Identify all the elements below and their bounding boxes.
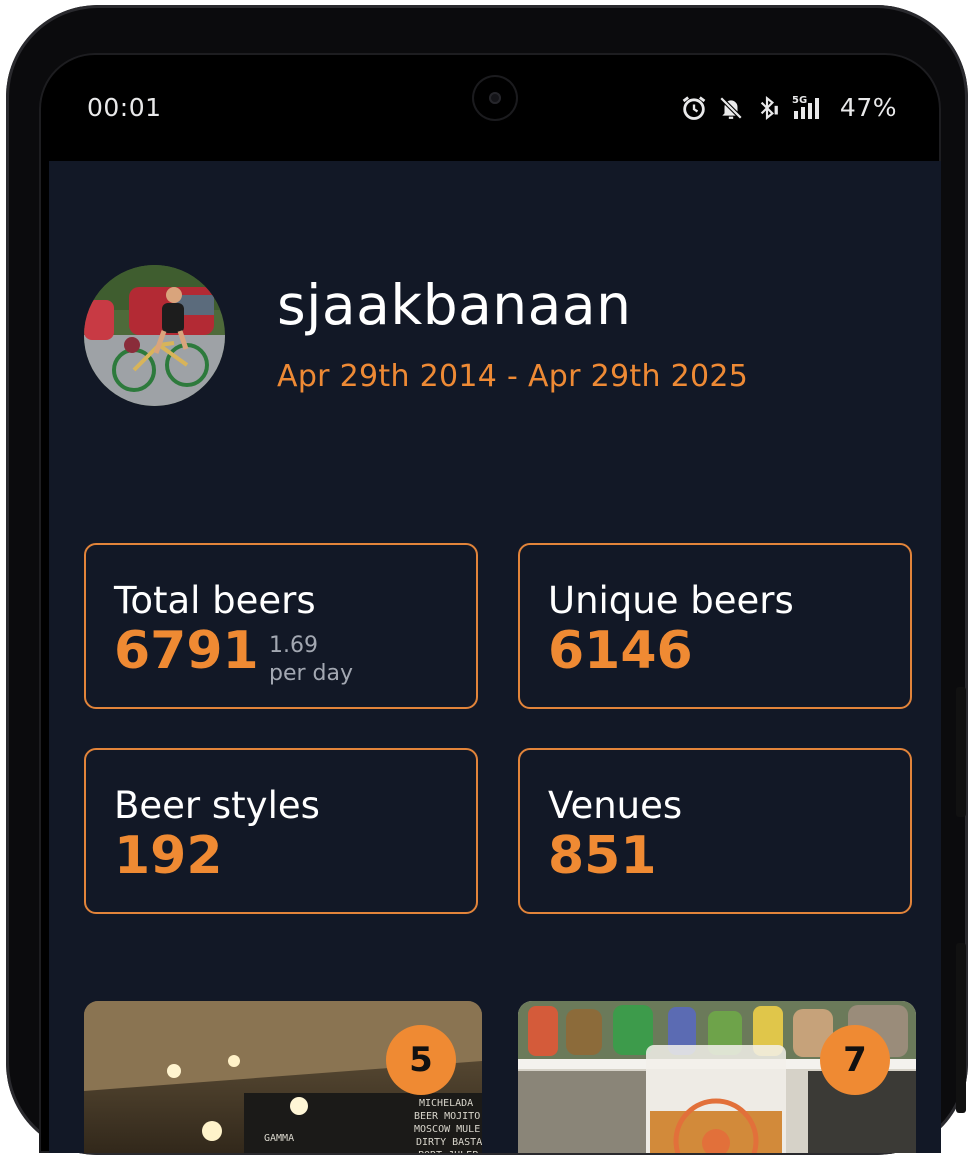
battery-level: 47% [839, 93, 897, 122]
phone-screen-bezel: 00:01 5G 47% sjaakbanaan Apr 29th 2014 -… [39, 53, 941, 1153]
network-label: 5G [792, 95, 807, 106]
date-range: Apr 29th 2014 - Apr 29th 2025 [277, 359, 749, 394]
stat-card-unique-beers[interactable]: Unique beers 6146 [518, 543, 912, 709]
stat-card-beer-styles[interactable]: Beer styles 192 [84, 748, 478, 914]
svg-text:BEER MOJITO: BEER MOJITO [414, 1111, 480, 1122]
stat-value: 851 [548, 826, 657, 886]
svg-text:GAMMA: GAMMA [264, 1133, 294, 1144]
stat-card-total-beers[interactable]: Total beers 6791 1.69 per day [84, 543, 478, 709]
svg-text:MOSCOW MULE: MOSCOW MULE [414, 1124, 480, 1135]
stat-card-venues[interactable]: Venues 851 [518, 748, 912, 914]
stat-label: Beer styles [114, 784, 320, 827]
avatar[interactable] [84, 265, 225, 406]
svg-text:DIRTY BASTARD: DIRTY BASTARD [416, 1137, 482, 1148]
checkin-count-badge: 7 [820, 1025, 890, 1095]
stat-label: Venues [548, 784, 683, 827]
per-day-value: 1.69 [269, 633, 318, 658]
stat-value: 6146 [548, 621, 693, 681]
stat-label: Unique beers [548, 579, 794, 622]
app-screen: sjaakbanaan Apr 29th 2014 - Apr 29th 202… [49, 161, 941, 1153]
stat-per-day: 1.69 per day [269, 632, 353, 688]
signal-icon: 5G [790, 94, 830, 122]
status-icons: 5G 47% [680, 93, 897, 122]
bluetooth-icon [754, 95, 780, 121]
front-camera [474, 77, 516, 119]
svg-text:MICHELADA: MICHELADA [419, 1098, 473, 1109]
venue-photo-card[interactable]: MICHELADA BEER MOJITO MOSCOW MULE DIRTY … [84, 1001, 482, 1153]
username: sjaakbanaan [277, 273, 632, 337]
status-time: 00:01 [87, 93, 162, 122]
status-bar: 00:01 5G 47% [39, 53, 941, 161]
stat-value: 192 [114, 826, 223, 886]
svg-text:PORT JULEP: PORT JULEP [418, 1150, 478, 1153]
stat-value: 6791 [114, 621, 259, 681]
mute-bell-icon [718, 95, 744, 121]
power-button [956, 943, 966, 1113]
phone-frame: 00:01 5G 47% sjaakbanaan Apr 29th 2014 -… [6, 5, 968, 1155]
stat-label: Total beers [114, 579, 316, 622]
beer-photo-card[interactable]: 7 [518, 1001, 916, 1153]
per-day-label: per day [269, 661, 354, 686]
checkin-count-badge: 5 [386, 1025, 456, 1095]
volume-button [956, 687, 966, 817]
alarm-icon [680, 94, 708, 122]
